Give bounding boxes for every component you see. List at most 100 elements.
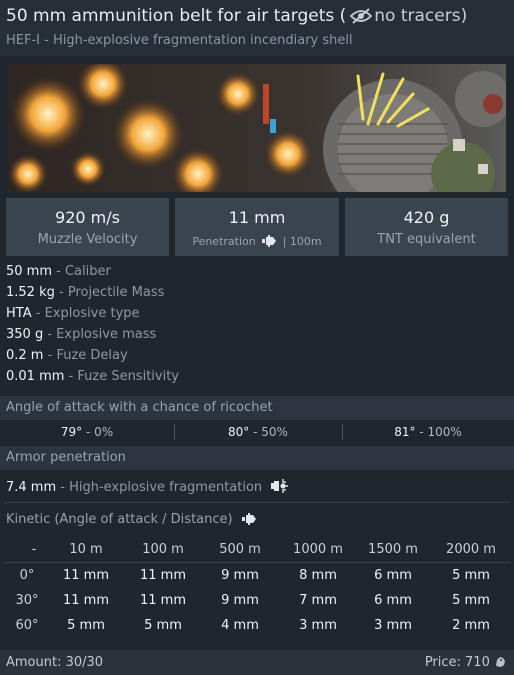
table-cell: 5 mm: [452, 568, 490, 583]
explosion-icon: [270, 478, 289, 498]
section-title: Angle of attack with a chance of ricoche…: [6, 400, 273, 415]
row-angle: 30°: [15, 593, 39, 608]
divider: [4, 502, 510, 503]
table-cell: 3 mm: [374, 618, 412, 633]
column-header: 2000 m: [446, 542, 496, 557]
hef-label: - High-explosive fragmentation: [56, 480, 263, 495]
table-cell: 11 mm: [139, 593, 186, 608]
prop-value: 50 mm: [6, 264, 53, 279]
table-cell: 7 mm: [299, 593, 337, 608]
hef-value: 7.4 mm: [6, 480, 57, 495]
stat-label-text: Penetration: [192, 235, 256, 248]
no-tracers-label: no tracers): [374, 6, 468, 26]
column-header: -: [31, 542, 37, 557]
prop-explosive-type: HTA - Explosive type: [6, 306, 179, 327]
prop-value: HTA: [6, 306, 32, 321]
table-cell: 5 mm: [144, 618, 182, 633]
ricochet-section-header: Angle of attack with a chance of ricoche…: [0, 396, 514, 420]
row-angle: 60°: [15, 618, 39, 633]
table-cell: 5 mm: [67, 618, 105, 633]
ricochet-row: 79° - 0% 80° - 50% 81° - 100%: [0, 421, 514, 443]
stat-muzzle-velocity: 920 m/s Muzzle Velocity: [6, 198, 169, 256]
table-cell: 8 mm: [299, 568, 337, 583]
table-row: 30° 11 mm 11 mm 9 mm 7 mm 6 mm 5 mm: [0, 588, 514, 613]
shell-icon: [241, 513, 257, 529]
ammo-tooltip: 50 mm ammunition belt for air targets ( n…: [0, 0, 514, 675]
table-cell: 9 mm: [221, 593, 259, 608]
ricochet-item: 80° - 50%: [174, 425, 342, 439]
stat-value: 420 g: [403, 208, 450, 227]
table-cell: 3 mm: [299, 618, 337, 633]
prop-caliber: 50 mm - Caliber: [6, 264, 179, 285]
table-header-row: - 10 m 100 m 500 m 1000 m 1500 m 2000 m: [0, 537, 514, 562]
ricochet-item: 79° - 0%: [0, 425, 174, 439]
armor-section-header: Armor penetration: [0, 446, 514, 470]
prop-value: 0.2 m: [6, 348, 44, 363]
property-list: 50 mm - Caliber 1.52 kg - Projectile Mas…: [6, 264, 179, 390]
column-header: 10 m: [69, 542, 103, 557]
prop-fuze-sensitivity: 0.01 mm - Fuze Sensitivity: [6, 369, 179, 390]
table-row: 0° 11 mm 11 mm 9 mm 8 mm 6 mm 5 mm: [0, 563, 514, 588]
table-cell: 11 mm: [62, 568, 109, 583]
column-header: 1500 m: [368, 542, 418, 557]
shell-icon: [261, 235, 277, 250]
prop-projectile-mass: 1.52 kg - Projectile Mass: [6, 285, 179, 306]
prop-value: 350 g: [6, 327, 44, 342]
ricochet-item: 81° - 100%: [342, 425, 514, 439]
table-cell: 11 mm: [62, 593, 109, 608]
prop-label: - Caliber: [52, 264, 111, 279]
amount-label: Amount: 30/30: [6, 655, 104, 670]
ricochet-angle: 81°: [394, 425, 416, 439]
stat-label: Penetration | 100m: [175, 235, 339, 250]
kinetic-title: Kinetic (Angle of attack / Distance): [6, 512, 233, 527]
prop-value: 1.52 kg: [6, 285, 55, 300]
stat-tnt-equivalent: 420 g TNT equivalent: [345, 198, 508, 256]
prop-label: - Fuze Sensitivity: [64, 369, 180, 384]
price-label: Price: 710: [425, 655, 506, 672]
column-header: 100 m: [142, 542, 184, 557]
prop-value: 0.01 mm: [6, 369, 65, 384]
ammo-title-text: 50 mm ammunition belt for air targets (: [6, 6, 347, 26]
prop-fuze-delay: 0.2 m - Fuze Delay: [6, 348, 179, 369]
table-cell: 9 mm: [221, 568, 259, 583]
prop-label: - Explosive type: [31, 306, 140, 321]
kinetic-section-title: Kinetic (Angle of attack / Distance): [6, 512, 257, 529]
table-cell: 4 mm: [221, 618, 259, 633]
stat-penetration: 11 mm Penetration | 100m: [175, 198, 339, 256]
stat-distance: | 100m: [282, 235, 322, 248]
ammo-title: 50 mm ammunition belt for air targets ( n…: [6, 6, 467, 29]
stat-value: 920 m/s: [55, 208, 120, 227]
kinetic-penetration-table: - 10 m 100 m 500 m 1000 m 1500 m 2000 m …: [0, 537, 514, 638]
prop-label: - Fuze Delay: [43, 348, 128, 363]
table-row: 60° 5 mm 5 mm 4 mm 3 mm 3 mm 2 mm: [0, 613, 514, 638]
stat-label: Muzzle Velocity: [37, 232, 138, 247]
ricochet-chance: - 100%: [415, 425, 462, 439]
table-cell: 11 mm: [139, 568, 186, 583]
tooltip-header: 50 mm ammunition belt for air targets ( n…: [0, 0, 514, 56]
ricochet-chance: - 0%: [82, 425, 114, 439]
table-cell: 6 mm: [374, 593, 412, 608]
column-header: 500 m: [219, 542, 261, 557]
column-header: 1000 m: [293, 542, 343, 557]
prop-label: - Projectile Mass: [54, 285, 165, 300]
row-angle: 0°: [19, 568, 35, 583]
stat-label: TNT equivalent: [377, 232, 476, 247]
silver-lion-icon: [494, 656, 506, 672]
table-cell: 2 mm: [452, 618, 490, 633]
stat-value: 11 mm: [228, 208, 286, 227]
ricochet-angle: 80°: [228, 425, 250, 439]
ricochet-chance: - 50%: [249, 425, 288, 439]
ricochet-angle: 79°: [60, 425, 83, 439]
tooltip-footer: Amount: 30/30 Price: 710: [0, 650, 514, 675]
table-cell: 5 mm: [452, 593, 490, 608]
prop-label: - Explosive mass: [43, 327, 157, 342]
ammo-subtitle: HEF-I - High-explosive fragmentation inc…: [6, 33, 353, 48]
section-title: Armor penetration: [6, 450, 126, 465]
eye-slash-icon: [350, 8, 373, 29]
shell-explosion-image: [8, 64, 506, 192]
prop-explosive-mass: 350 g - Explosive mass: [6, 327, 179, 348]
price-text: Price: 710: [424, 655, 490, 670]
key-stats: 920 m/s Muzzle Velocity 11 mm Penetratio…: [6, 198, 508, 256]
table-cell: 6 mm: [374, 568, 412, 583]
hef-penetration: 7.4 mm - High-explosive fragmentation: [6, 478, 289, 498]
